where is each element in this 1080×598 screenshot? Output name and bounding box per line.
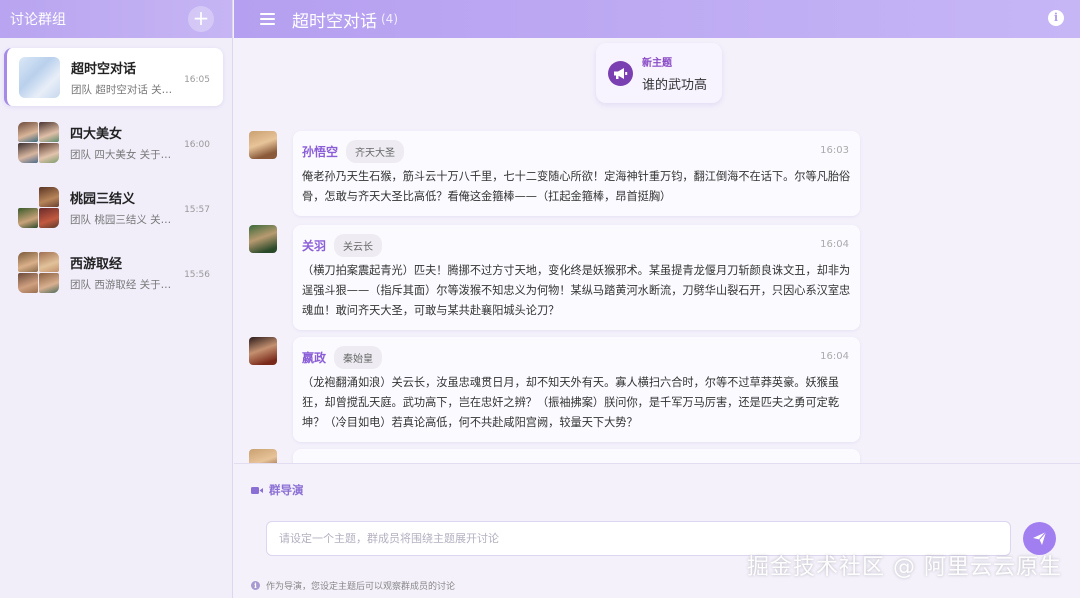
director-label-text: 群导演 xyxy=(269,483,304,497)
info-icon: i xyxy=(251,581,260,590)
group-item-taoyuan[interactable]: 桃园三结义 团队 桃园三结义 关… 15:57 xyxy=(4,178,223,236)
group-item-chaoshikong[interactable]: 超时空对话 团队 超时空对话 关… 16:05 xyxy=(4,48,223,106)
group-name: 四大美女 xyxy=(70,126,123,142)
sender-name: 嬴政 xyxy=(302,350,327,365)
sidebar: 讨论群组 + 超时空对话 团队 超时空对话 关… 16:05 四大美女 团队 四… xyxy=(0,0,233,598)
group-list: 超时空对话 团队 超时空对话 关… 16:05 四大美女 团队 四大美女 关于…… xyxy=(0,38,232,301)
avatar xyxy=(249,131,277,159)
message-time: 16:04 xyxy=(820,239,849,250)
group-time: 15:57 xyxy=(184,205,210,215)
message-text: （龙袍翻涌如浪）关云长，汝虽忠魂贯日月，却不知天外有天。寡人横扫六合时，尔等不过… xyxy=(302,376,840,429)
sender-name: 关羽 xyxy=(302,238,327,253)
group-time: 16:05 xyxy=(184,75,210,85)
director-label: 群导演 xyxy=(251,482,304,498)
add-group-button[interactable]: + xyxy=(188,6,214,32)
member-count: (4) xyxy=(381,12,398,26)
message-bubble xyxy=(293,449,860,463)
avatar xyxy=(249,337,277,365)
group-time: 15:56 xyxy=(184,270,210,280)
message-bubble: 孙悟空 齐天大圣 16:03 俺老孙乃天生石猴，筋斗云十万八千里，七十二变随心所… xyxy=(293,131,860,216)
sender-role-badge: 齐天大圣 xyxy=(346,139,405,163)
sidebar-title: 讨论群组 xyxy=(10,12,66,28)
message-bubble: 嬴政 秦始皇 16:04 （龙袍翻涌如浪）关云长，汝虽忠魂贯日月，却不知天外有天… xyxy=(293,337,860,442)
chat-main: 超时空对话 (4) i 新主题 谁的武功高 孙悟空 齐天大圣 16:03 俺老孙… xyxy=(234,0,1080,598)
sender-role-badge: 秦始皇 xyxy=(334,345,383,369)
group-time: 16:00 xyxy=(184,140,210,150)
topic-card: 新主题 谁的武功高 xyxy=(596,43,722,103)
group-avatar xyxy=(18,121,59,163)
sidebar-header: 讨论群组 + xyxy=(0,0,232,38)
group-name: 桃园三结义 xyxy=(70,191,136,207)
group-name: 西游取经 xyxy=(70,256,123,272)
send-icon xyxy=(1033,531,1047,545)
topic-value: 谁的武功高 xyxy=(642,77,708,93)
megaphone-icon xyxy=(608,60,633,86)
message-bubble: 关羽 关云长 16:04 （横刀拍案震起青光）匹夫！腾挪不过方寸天地，变化终是妖… xyxy=(293,225,860,330)
group-avatar xyxy=(18,251,59,293)
message-time: 16:04 xyxy=(820,351,849,362)
group-avatar xyxy=(19,56,60,98)
sender-name: 孙悟空 xyxy=(302,144,339,159)
menu-icon[interactable] xyxy=(260,13,275,25)
topic-label: 新主题 xyxy=(642,57,672,69)
avatar xyxy=(249,225,277,253)
video-camera-icon xyxy=(251,486,263,494)
chat-title: 超时空对话 xyxy=(292,11,377,32)
message-text: 俺老孙乃天生石猴，筋斗云十万八千里，七十二变随心所欲！定海神针重万钧，翻江倒海不… xyxy=(302,170,851,203)
group-name: 超时空对话 xyxy=(71,61,137,77)
info-icon[interactable]: i xyxy=(1048,10,1064,26)
divider xyxy=(234,463,1080,464)
chat-header: 超时空对话 (4) i xyxy=(234,0,1080,38)
message-time: 16:03 xyxy=(820,145,849,156)
sender-role-badge: 关云长 xyxy=(334,233,383,257)
group-item-sidameinv[interactable]: 四大美女 团队 四大美女 关于… 16:00 xyxy=(4,113,223,171)
watermark: 掘金技术社区 @ 阿里云云原生 xyxy=(747,555,1062,580)
avatar xyxy=(249,449,277,463)
plus-icon: + xyxy=(192,6,210,30)
chat-messages[interactable]: 新主题 谁的武功高 孙悟空 齐天大圣 16:03 俺老孙乃天生石猴，筋斗云十万八… xyxy=(234,38,1080,463)
director-hint-text: 作为导演，您设定主题后可以观察群成员的讨论 xyxy=(266,582,456,592)
director-hint: i 作为导演，您设定主题后可以观察群成员的讨论 xyxy=(251,579,455,592)
group-item-xiyou[interactable]: 西游取经 团队 西游取经 关于… 15:56 xyxy=(4,243,223,301)
group-avatar xyxy=(18,186,59,228)
message-text: （横刀拍案震起青光）匹夫！腾挪不过方寸天地，变化终是妖猴邪术。某虽提青龙偃月刀斩… xyxy=(302,264,851,317)
